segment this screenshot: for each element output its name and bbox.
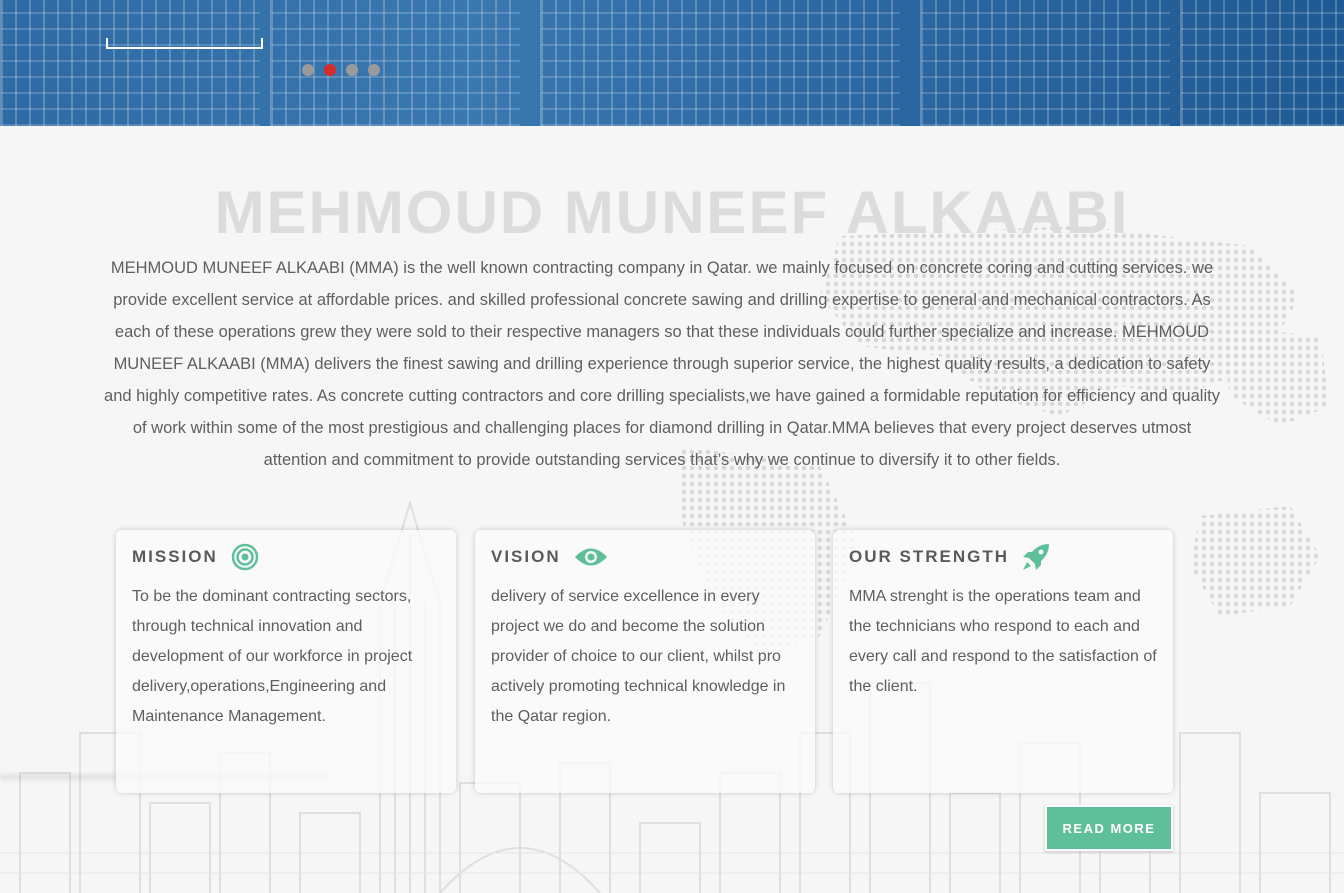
page-title: MEHMOUD MUNEEF ALKAABI	[214, 179, 1130, 246]
slider-dot-active[interactable]	[324, 64, 336, 76]
vision-card: VISION delivery of service excellence in…	[475, 530, 815, 793]
strength-text: MMA strenght is the operations team and …	[849, 588, 1157, 695]
target-icon	[230, 542, 260, 572]
read-more-button[interactable]: READ MORE	[1045, 805, 1173, 851]
hero-button-outline[interactable]	[106, 38, 263, 49]
slider-dots	[302, 64, 380, 76]
about-section: MEHMOUD MUNEEF ALKAABI MEHMOUD MUNEEF AL…	[0, 126, 1344, 893]
vision-text: delivery of service excellence in every …	[491, 588, 786, 725]
building-graphic	[270, 0, 520, 126]
strength-title: OUR STRENGTH	[849, 547, 1009, 566]
about-description: MEHMOUD MUNEEF ALKAABI (MMA) is the well…	[104, 259, 1220, 469]
eye-icon	[573, 542, 609, 572]
building-graphic	[540, 0, 900, 126]
strength-card: OUR STRENGTH MMA strenght is the operati…	[833, 530, 1173, 793]
slider-dot[interactable]	[368, 64, 380, 76]
hero-banner	[0, 0, 1344, 126]
slider-dot[interactable]	[346, 64, 358, 76]
building-graphic	[0, 0, 260, 126]
building-graphic	[1180, 0, 1344, 126]
vision-title: VISION	[491, 547, 561, 566]
building-graphic	[920, 0, 1170, 126]
slider-dot[interactable]	[302, 64, 314, 76]
rocket-icon	[1021, 542, 1051, 572]
mission-title: MISSION	[132, 547, 218, 566]
mission-text: To be the dominant contracting sectors, …	[132, 588, 413, 725]
mission-card: MISSION To be the dominant contracting s…	[116, 530, 456, 793]
